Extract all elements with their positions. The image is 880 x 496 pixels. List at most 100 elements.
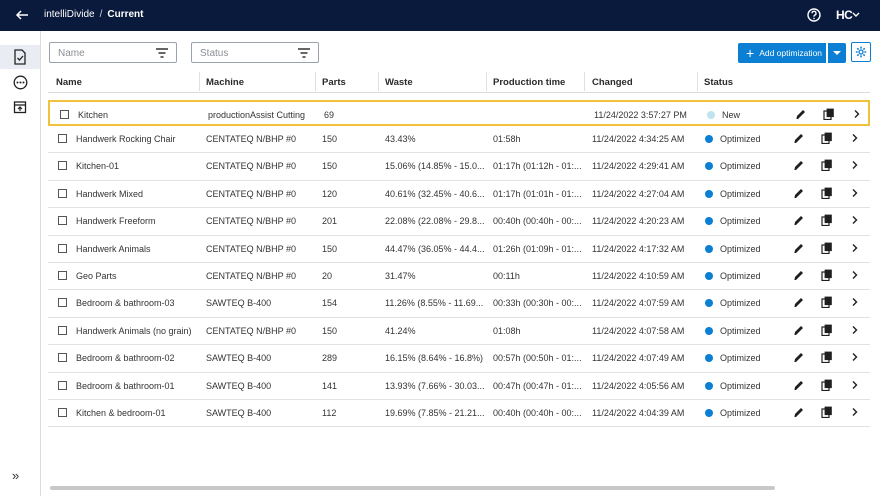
- cell-time: 00:33h (00:30h - 00:...: [493, 298, 582, 309]
- status-filter-input[interactable]: [198, 47, 292, 60]
- copy-icon[interactable]: [821, 214, 833, 227]
- edit-icon[interactable]: [793, 159, 805, 171]
- chevron-right-icon[interactable]: [849, 187, 861, 199]
- edit-icon[interactable]: [793, 379, 805, 391]
- sidebar-item-archive[interactable]: [10, 97, 30, 117]
- cell-changed: 11/24/2022 4:05:56 AM: [592, 380, 685, 391]
- sidebar-item-more[interactable]: [10, 72, 30, 92]
- copy-icon[interactable]: [821, 187, 833, 199]
- table-settings-button[interactable]: [851, 42, 871, 62]
- row-checkbox[interactable]: [60, 110, 69, 119]
- chevron-right-icon[interactable]: [849, 351, 861, 363]
- table-row[interactable]: Bedroom & bathroom-01 SAWTEQ B-400 141 13.9…: [48, 373, 870, 400]
- cell-parts: 141: [322, 380, 338, 391]
- row-checkbox[interactable]: [58, 161, 67, 171]
- row-checkbox[interactable]: [58, 216, 67, 226]
- table-row[interactable]: Kitchen productionAssist Cutting 69 11/24/2…: [48, 100, 870, 126]
- chevron-right-icon[interactable]: [849, 324, 861, 336]
- table-row[interactable]: Bedroom & bathroom-03 SAWTEQ B-400 154 11.2…: [48, 290, 870, 318]
- cell-time: 01:17h (01:12h - 01:...: [493, 161, 582, 172]
- horizontal-scrollbar[interactable]: [50, 486, 775, 490]
- name-filter-input[interactable]: [56, 47, 150, 60]
- chevron-right-icon[interactable]: [851, 108, 863, 120]
- edit-icon[interactable]: [793, 351, 805, 363]
- copy-icon[interactable]: [821, 296, 833, 309]
- chevron-right-icon[interactable]: [849, 406, 861, 418]
- cell-parts: 112: [322, 407, 337, 418]
- edit-icon[interactable]: [793, 187, 805, 199]
- column-header-machine[interactable]: Machine: [206, 77, 244, 88]
- edit-icon[interactable]: [793, 214, 805, 226]
- table-row[interactable]: Handwerk Mixed CENTATEQ N/BHP #0 120 40.61%…: [48, 181, 870, 209]
- table-row[interactable]: Handwerk Freeform CENTATEQ N/BHP #0 201 22.…: [48, 208, 870, 236]
- breadcrumb-app[interactable]: intelliDivide: [44, 9, 95, 20]
- row-checkbox[interactable]: [58, 243, 67, 253]
- chevron-right-icon[interactable]: [849, 296, 861, 308]
- table-row[interactable]: Handwerk Animals (no grain) CENTATEQ N/BH…: [48, 318, 870, 346]
- table-row[interactable]: Kitchen & bedroom-01 SAWTEQ B-400 112 19.69…: [48, 400, 870, 428]
- column-header-waste[interactable]: Waste: [385, 77, 413, 88]
- help-icon[interactable]: [807, 8, 821, 22]
- cell-time: 01:26h (01:09h - 01:...: [493, 243, 582, 254]
- edit-icon[interactable]: [793, 132, 805, 144]
- row-checkbox[interactable]: [58, 188, 67, 198]
- cell-machine: productionAssist Cutting: [208, 110, 306, 120]
- table-row[interactable]: Bedroom & bathroom-02 SAWTEQ B-400 289 16.1…: [48, 345, 870, 373]
- column-header-production-time[interactable]: Production time: [493, 77, 565, 88]
- copy-icon[interactable]: [821, 159, 833, 172]
- chevron-right-icon[interactable]: [849, 159, 861, 171]
- edit-icon[interactable]: [793, 324, 805, 336]
- copy-icon[interactable]: [821, 379, 833, 391]
- copy-icon[interactable]: [823, 108, 835, 120]
- status-dot: [705, 189, 713, 198]
- column-header-name[interactable]: Name: [56, 77, 82, 88]
- cell-changed: 11/24/2022 4:04:39 AM: [592, 407, 685, 418]
- user-menu[interactable]: HC: [836, 8, 860, 22]
- chevron-right-icon[interactable]: [849, 269, 861, 281]
- copy-icon[interactable]: [821, 351, 833, 364]
- status-filter[interactable]: [191, 42, 319, 63]
- edit-icon[interactable]: [793, 296, 805, 308]
- chevron-right-icon[interactable]: [849, 132, 861, 144]
- copy-icon[interactable]: [821, 324, 833, 336]
- chevron-right-icon[interactable]: [849, 379, 861, 391]
- row-checkbox[interactable]: [58, 270, 67, 280]
- copy-icon[interactable]: [821, 132, 833, 144]
- cell-machine: CENTATEQ N/BHP #0: [206, 270, 297, 281]
- row-checkbox[interactable]: [58, 353, 67, 363]
- column-header-changed[interactable]: Changed: [592, 77, 633, 88]
- table-row[interactable]: Kitchen-01 CENTATEQ N/BHP #0 150 15.06% (14…: [48, 153, 870, 181]
- row-checkbox[interactable]: [58, 407, 67, 417]
- cell-waste: 13.93% (7.66% - 30.03...: [385, 380, 485, 391]
- edit-icon[interactable]: [793, 242, 805, 254]
- row-checkbox[interactable]: [58, 325, 67, 335]
- add-optimization-button[interactable]: + Add optimization: [738, 43, 826, 63]
- add-optimization-dropdown-button[interactable]: [828, 43, 846, 63]
- column-divider: [315, 72, 316, 91]
- cell-machine: SAWTEQ B-400: [206, 407, 272, 418]
- table-row[interactable]: Geo Parts CENTATEQ N/BHP #0 20 31.47% 00:11h…: [48, 263, 870, 291]
- copy-icon[interactable]: [821, 269, 833, 281]
- copy-icon[interactable]: [821, 242, 833, 254]
- edit-icon[interactable]: [793, 269, 805, 281]
- cell-waste: 15.06% (14.85% - 15.0...: [385, 161, 485, 172]
- name-filter[interactable]: [49, 42, 177, 63]
- cell-name: Bedroom & bathroom-03: [76, 298, 175, 309]
- breadcrumb-current: Current: [107, 9, 144, 20]
- row-checkbox[interactable]: [58, 380, 67, 390]
- sidebar-expand-button[interactable]: »: [12, 468, 19, 483]
- back-arrow-icon[interactable]: [14, 7, 30, 23]
- cell-machine: SAWTEQ B-400: [206, 353, 272, 364]
- column-header-parts[interactable]: Parts: [322, 77, 346, 88]
- chevron-right-icon[interactable]: [849, 242, 861, 254]
- copy-icon[interactable]: [821, 406, 833, 418]
- table-row[interactable]: Handwerk Rocking Chair CENTATEQ N/BHP #0 1…: [48, 126, 870, 154]
- table-row[interactable]: Handwerk Animals CENTATEQ N/BHP #0 150 44.4…: [48, 236, 870, 263]
- sidebar-item-optimizations[interactable]: [10, 47, 30, 67]
- edit-icon[interactable]: [795, 108, 807, 120]
- edit-icon[interactable]: [793, 406, 805, 418]
- row-checkbox[interactable]: [58, 134, 67, 143]
- column-header-status[interactable]: Status: [704, 77, 733, 88]
- row-checkbox[interactable]: [58, 298, 67, 308]
- chevron-right-icon[interactable]: [849, 214, 861, 226]
